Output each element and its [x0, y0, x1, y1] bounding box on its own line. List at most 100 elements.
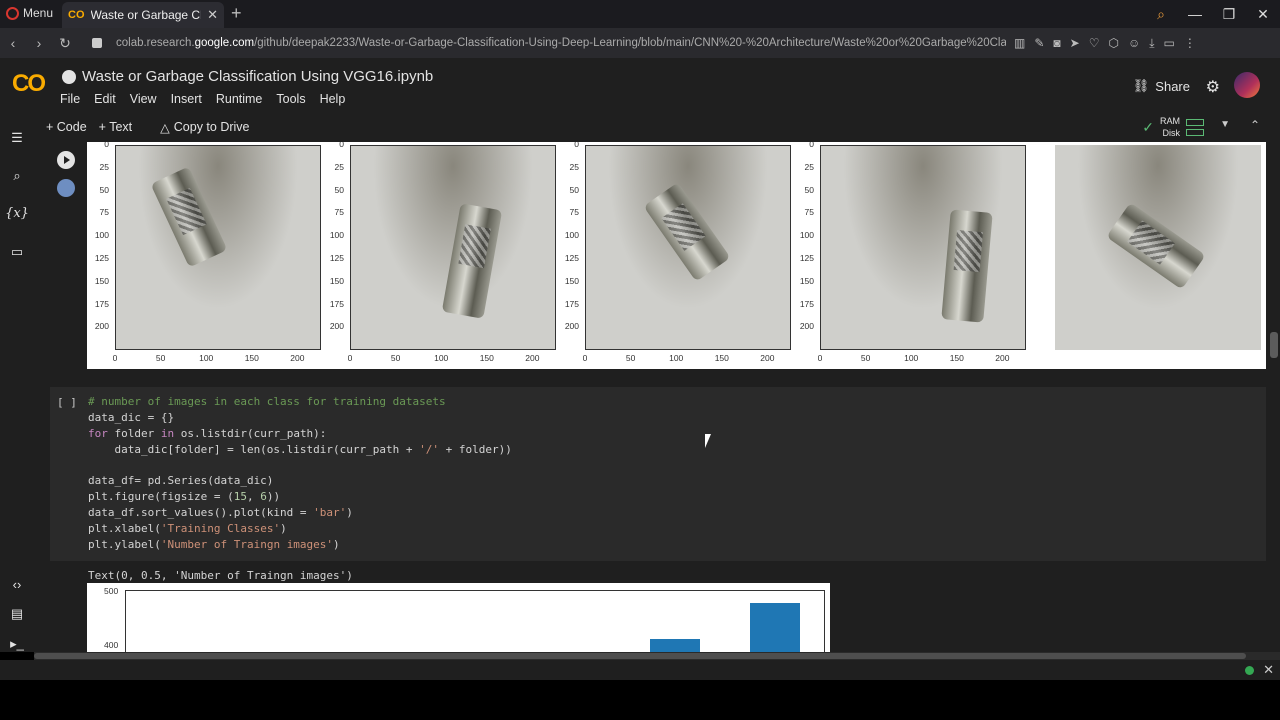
x-tick-label: 150 — [244, 353, 259, 363]
add-code-button[interactable]: + Code — [46, 120, 87, 134]
run-cell-button[interactable] — [57, 151, 75, 169]
y-tick-label: 50 — [804, 184, 814, 195]
opera-icon — [6, 6, 19, 20]
add-text-button[interactable]: + Text — [99, 120, 132, 134]
browser-tab[interactable]: CO Waste or Garbage Classific ✕ — [62, 2, 224, 28]
close-tab-icon[interactable]: ✕ — [207, 7, 218, 23]
reader-icon[interactable]: ▥ — [1014, 36, 1025, 51]
new-tab-icon[interactable]: + — [231, 3, 242, 24]
code-line: data_dic = {} — [88, 410, 175, 424]
menu-edit[interactable]: Edit — [94, 92, 116, 106]
notebook-main[interactable]: 0 25 50 75 100 125 150 175 200 0 50 100 150 200 0 25 50… — [34, 142, 1280, 652]
menu-file[interactable]: File — [60, 92, 80, 106]
x-tick-label: 200 — [290, 353, 305, 363]
x-tick-label: 150 — [714, 353, 729, 363]
reload-icon[interactable]: ↻ — [52, 35, 78, 52]
link-icon: ⛓ — [1132, 78, 1150, 93]
connected-check-icon: ✓ — [1142, 119, 1154, 135]
notebook-toolbar: + Code + Text △ Copy to Drive ✓ RAM Disk… — [34, 112, 1280, 142]
variables-icon[interactable]: {x} — [0, 206, 34, 221]
forward-icon[interactable]: › — [26, 35, 52, 51]
menu-tools[interactable]: Tools — [276, 92, 305, 106]
menu-view[interactable]: View — [130, 92, 157, 106]
x-tick-label: 50 — [390, 353, 401, 363]
y-tick-label: 0 — [104, 142, 109, 149]
y-tick-label: 0 — [809, 142, 814, 149]
window-controls: ⌕ — ❐ ✕ — [1144, 0, 1280, 28]
restore-icon[interactable]: ❐ — [1212, 6, 1246, 23]
y-tick-label: 175 — [94, 298, 109, 309]
y-tick-label: 0 — [574, 142, 579, 149]
resource-dropdown-icon[interactable]: ▼ — [1220, 119, 1230, 130]
collapse-header-icon[interactable]: ⌃ — [1250, 118, 1260, 132]
y-tick-label: 200 — [94, 321, 109, 332]
resource-monitor[interactable]: ✓ RAM Disk — [1142, 115, 1204, 139]
lock-icon — [92, 38, 102, 48]
y-tick-label: 50 — [99, 184, 109, 195]
url-host: google.com — [194, 37, 255, 49]
search-icon[interactable]: ⌕ — [0, 168, 34, 184]
vertical-scrollbar-thumb[interactable] — [1270, 332, 1278, 358]
toc-icon[interactable]: ☰ — [0, 130, 34, 146]
menu-help[interactable]: Help — [320, 92, 346, 106]
colab-header: CO Waste or Garbage Classification Using… — [0, 58, 1280, 112]
y-tick-label: 125 — [94, 253, 109, 263]
cube-icon[interactable]: ⬡ — [1108, 36, 1118, 51]
horizontal-scrollbar[interactable] — [34, 652, 1280, 660]
edit-icon[interactable]: ✎ — [1034, 36, 1044, 51]
mouse-cursor — [705, 434, 711, 448]
left-sidebar: ☰ ⌕ {x} ▭ ‹› ▤ ▸_ — [0, 112, 34, 652]
share-label: Share — [1155, 78, 1190, 94]
image-output-panel: 0 25 50 75 100 125 150 175 200 0 50 100 150 200 0 25 50… — [87, 142, 1266, 369]
close-status-icon[interactable]: ✕ — [1263, 662, 1274, 678]
y-tick-label: 25 — [99, 161, 109, 172]
gear-icon[interactable]: ⚙ — [1206, 77, 1220, 97]
notebook-title[interactable]: Waste or Garbage Classification Using VG… — [62, 68, 433, 85]
y-tick-label: 100 — [799, 230, 814, 241]
back-icon[interactable]: ‹ — [0, 35, 26, 51]
y-tick-label: 175 — [329, 298, 344, 309]
send-icon[interactable]: ➤ — [1070, 36, 1080, 51]
menu-insert[interactable]: Insert — [171, 92, 202, 106]
code-cell[interactable]: [ ] # number of images in each class for… — [50, 387, 1266, 561]
folder-icon[interactable]: ▭ — [0, 244, 34, 260]
heart-icon[interactable]: ♡ — [1089, 36, 1100, 51]
avatar[interactable] — [1234, 72, 1260, 98]
colab-logo[interactable]: CO — [12, 70, 46, 98]
y-tick-label: 50 — [569, 184, 579, 195]
address-bar: ‹ › ↻ colab.research.google.com/github/d… — [0, 28, 1280, 58]
url-field[interactable]: colab.research.google.com/github/deepak2… — [116, 37, 1006, 49]
command-palette-icon[interactable]: ▤ — [0, 606, 34, 622]
copy-to-drive-button[interactable]: △ Copy to Drive — [160, 120, 249, 135]
y-tick-label: 175 — [564, 298, 579, 309]
share-button[interactable]: ⛓ Share — [1133, 78, 1190, 94]
browser-more-icon[interactable]: ⋮ — [1184, 36, 1196, 51]
x-tick-label: 200 — [995, 353, 1010, 363]
y-tick-label: 25 — [804, 161, 814, 172]
url-path: /github/deepak2233/Waste-or-Garbage-Clas… — [254, 37, 1006, 49]
minimize-icon[interactable]: — — [1178, 6, 1212, 22]
subplot-5-image — [1055, 145, 1261, 350]
profile-icon[interactable]: ☺ — [1128, 36, 1140, 51]
code-snippets-icon[interactable]: ‹› — [0, 577, 34, 592]
code-editor[interactable]: # number of images in each class for tra… — [88, 394, 512, 553]
cell-user-badge — [57, 179, 75, 197]
url-prefix: colab.research. — [116, 37, 195, 49]
code-line: data_df= pd.Series(data_dic) — [88, 474, 274, 488]
chart-axes-frame — [125, 590, 825, 652]
camera-icon[interactable]: ◙ — [1053, 36, 1060, 51]
y-tick-label: 175 — [799, 298, 814, 309]
terminal-icon[interactable]: ▸_ — [0, 636, 34, 652]
close-window-icon[interactable]: ✕ — [1246, 6, 1280, 23]
x-tick-label: 0 — [582, 353, 588, 363]
browser-menu-button[interactable]: Menu — [6, 6, 53, 20]
y-tick-label: 150 — [799, 275, 814, 286]
cell-execution-count: [ ] — [57, 396, 77, 409]
search-icon[interactable]: ⌕ — [1144, 6, 1178, 23]
y-tick-label: 25 — [569, 161, 579, 172]
battery-icon[interactable]: ▭ — [1164, 36, 1175, 51]
download-icon[interactable]: ⤓ — [1149, 36, 1154, 51]
y-tick-label: 0 — [339, 142, 344, 149]
menu-runtime[interactable]: Runtime — [216, 92, 263, 106]
